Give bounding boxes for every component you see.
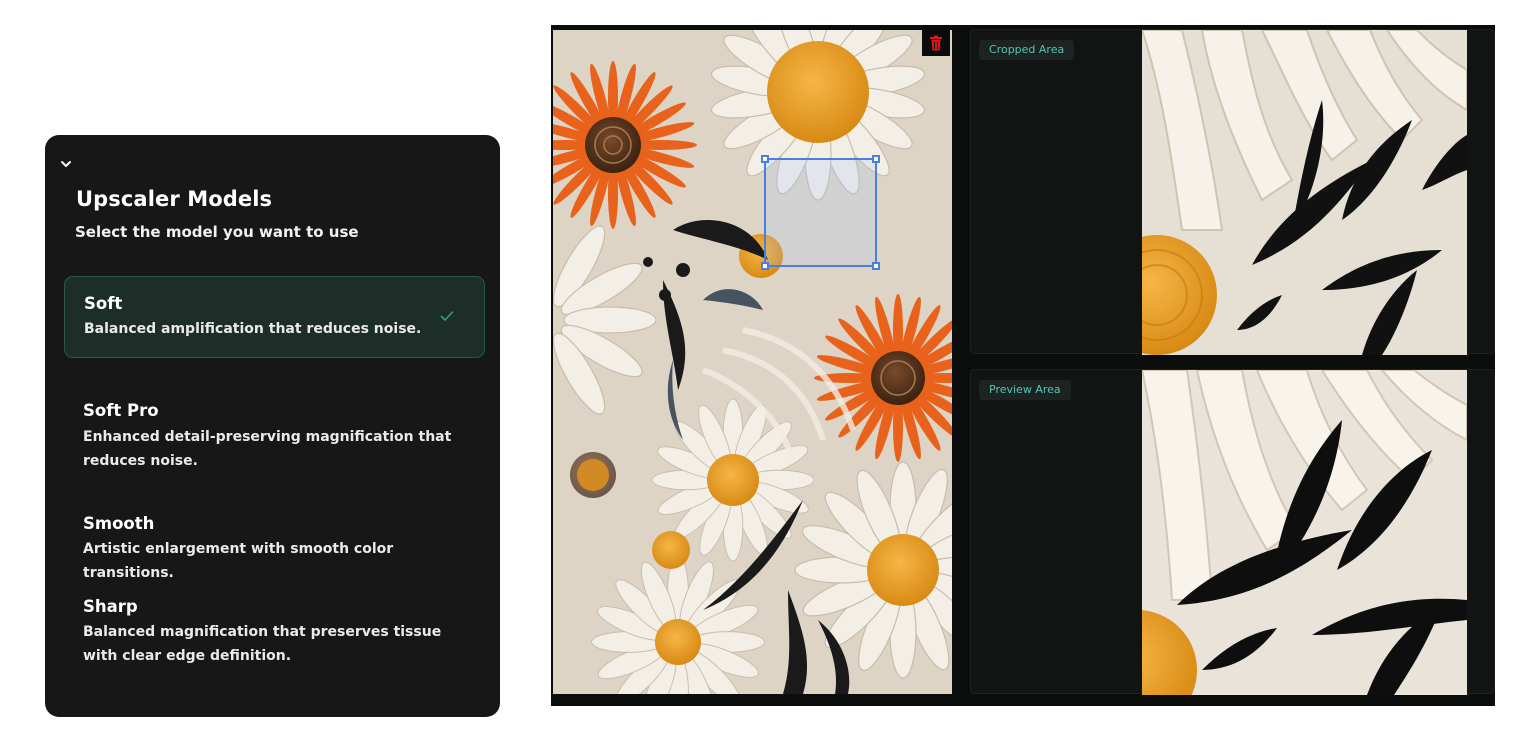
crop-handle-top-right[interactable] (872, 155, 880, 163)
model-option-soft[interactable]: Soft Balanced amplification that reduces… (64, 276, 485, 358)
source-image[interactable] (553, 30, 952, 694)
crop-selection-box[interactable] (761, 155, 880, 270)
model-option-sharp[interactable]: Sharp Balanced magnification that preser… (64, 587, 485, 677)
image-editor: Cropped Area Preview Area (551, 25, 1495, 706)
collapse-button[interactable] (59, 155, 75, 169)
panel-title: Upscaler Models (76, 187, 273, 211)
model-name: Soft Pro (83, 401, 159, 420)
trash-icon (930, 35, 942, 51)
cropped-area-label: Cropped Area (979, 40, 1075, 60)
model-option-soft-pro[interactable]: Soft Pro Enhanced detail-preserving magn… (64, 389, 485, 479)
cropped-image (1142, 30, 1467, 355)
model-description: Balanced amplification that reduces nois… (84, 321, 422, 337)
check-icon (440, 311, 454, 321)
crop-handle-top-left[interactable] (761, 155, 769, 163)
chevron-down-icon (61, 161, 71, 167)
model-description: Artistic enlargement with smooth color t… (83, 541, 394, 581)
page: Upscaler Models Select the model you wan… (0, 0, 1536, 746)
crop-handle-bottom-right[interactable] (872, 262, 880, 270)
preview-area-label: Preview Area (979, 380, 1071, 400)
model-name: Smooth (83, 514, 155, 533)
preview-image (1142, 370, 1467, 695)
preview-area-panel: Preview Area (970, 369, 1495, 695)
model-name: Sharp (83, 597, 138, 616)
cropped-artwork (1142, 30, 1467, 355)
preview-artwork (1142, 370, 1467, 695)
delete-button[interactable] (922, 30, 950, 56)
cropped-area-panel: Cropped Area (970, 29, 1495, 355)
upscaler-models-panel: Upscaler Models Select the model you wan… (45, 135, 500, 717)
flower-artwork (553, 30, 952, 694)
model-description: Enhanced detail-preserving magnification… (83, 429, 452, 469)
model-description: Balanced magnification that preserves ti… (83, 624, 442, 664)
model-option-smooth[interactable]: Smooth Artistic enlargement with smooth … (64, 503, 485, 581)
crop-handle-bottom-left[interactable] (761, 262, 769, 270)
panel-subtitle: Select the model you want to use (75, 223, 359, 241)
model-name: Soft (84, 294, 123, 313)
